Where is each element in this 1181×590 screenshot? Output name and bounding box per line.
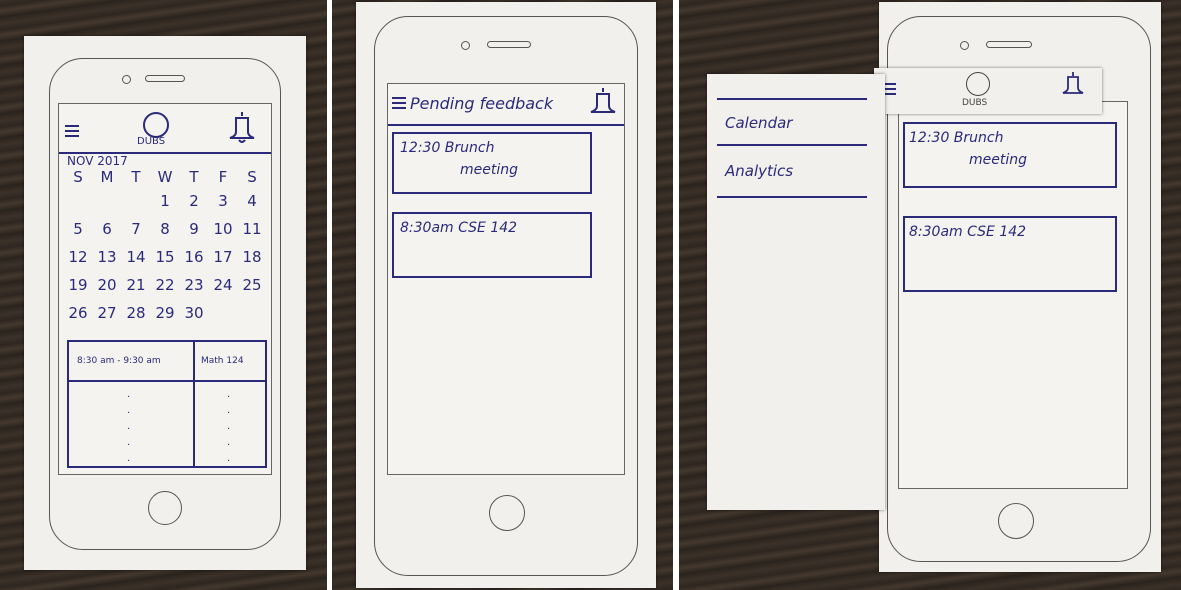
photo-panel-menu: 12:30 Brunch meeting 8:30am CSE 142 DUBS… [679,0,1181,590]
photo-panel-calendar: DUBS NOV 2017 SMTWTFS 1 2 3 4 5 6 7 8 9 10 11 12 13 1… [0,0,327,590]
paper-sheet: Pending feedback 12:30 Brunch meeting 8:… [356,2,656,588]
event-card[interactable]: 8:30am CSE 142 [903,216,1117,292]
calendar-day[interactable]: 23 [181,276,207,294]
calendar-day[interactable]: 17 [210,248,236,266]
calendar-day[interactable]: 28 [123,304,149,322]
home-button-icon[interactable] [998,503,1034,539]
header-divider [388,124,624,126]
weekday-label: M [100,168,114,186]
weekday-label: T [189,168,199,186]
camera-icon [960,41,969,50]
camera-icon [461,41,470,50]
bell-icon[interactable] [1060,70,1086,100]
phone-frame: Pending feedback 12:30 Brunch meeting 8:… [374,16,638,576]
calendar-day[interactable]: 18 [239,248,265,266]
calendar-day[interactable]: 11 [239,220,265,238]
calendar-day[interactable]: 26 [65,304,91,322]
calendar-day[interactable]: 30 [181,304,207,322]
menu-hamburger-icon[interactable] [65,122,79,140]
event-card-line2: meeting [460,162,519,178]
side-menu: Calendar Analytics [707,74,885,510]
calendar-day[interactable]: 13 [94,248,120,266]
event-card-line1: 12:30 Brunch [909,130,1004,146]
phone-screen: DUBS NOV 2017 SMTWTFS 1 2 3 4 5 6 7 8 9 10 11 12 13 1… [58,103,272,475]
calendar-day[interactable]: 27 [94,304,120,322]
calendar-day[interactable]: 2 [181,192,207,210]
home-button-icon[interactable] [489,495,525,531]
calendar-day[interactable]: 19 [65,276,91,294]
app-title: DUBS [962,98,988,108]
event-card[interactable]: 12:30 Brunch meeting [392,132,592,194]
calendar-day[interactable]: 7 [123,220,149,238]
calendar-day[interactable]: 22 [152,276,178,294]
weekday-label: W [157,168,173,186]
photo-panel-pending: Pending feedback 12:30 Brunch meeting 8:… [332,0,673,590]
menu-divider [717,196,867,198]
dots-right: · · · · · [227,392,231,467]
calendar-day[interactable]: 1 [152,192,178,210]
calendar-day[interactable]: 21 [123,276,149,294]
menu-top-line [717,98,867,100]
event-card-line1: 8:30am CSE 142 [909,224,1027,240]
weekday-row: SMTWTFS [65,168,265,188]
bell-icon[interactable] [227,110,257,146]
header-strip: DUBS [874,68,1102,114]
phone-frame: DUBS NOV 2017 SMTWTFS 1 2 3 4 5 6 7 8 9 10 11 12 13 1… [49,58,281,550]
phone-screen: Pending feedback 12:30 Brunch meeting 8:… [387,83,625,475]
dots-left: · · · · · [127,392,131,467]
event-time[interactable]: 8:30 am - 9:30 am [77,356,161,366]
event-card[interactable]: 12:30 Brunch meeting [903,122,1117,188]
calendar-grid[interactable]: 1 2 3 4 5 6 7 8 9 10 11 12 13 14 15 16 17 18 19 20 21 22 23 24 2… [65,192,265,332]
screen-title: Pending feedback [410,94,554,113]
weekday-label: S [247,168,257,186]
menu-divider [717,144,867,146]
calendar-day[interactable]: 29 [152,304,178,322]
calendar-day[interactable]: 3 [210,192,236,210]
calendar-day[interactable]: 12 [65,248,91,266]
event-name[interactable]: Math 124 [201,356,244,366]
home-button-icon[interactable] [148,491,182,525]
dubs-logo-icon [143,112,169,138]
calendar-day[interactable]: 10 [210,220,236,238]
event-table: 8:30 am - 9:30 am Math 124 · · · · · · · · · · [67,340,267,468]
menu-item-calendar[interactable]: Calendar [725,114,792,132]
calendar-day[interactable]: 6 [94,220,120,238]
calendar-day[interactable]: 14 [123,248,149,266]
calendar-day[interactable]: 9 [181,220,207,238]
calendar-day[interactable]: 8 [152,220,178,238]
camera-icon [122,75,131,84]
phone-screen: 12:30 Brunch meeting 8:30am CSE 142 [898,101,1128,489]
weekday-label: F [218,168,228,186]
speaker-icon [986,41,1032,48]
event-table-divider-h [69,380,265,382]
calendar-day[interactable]: 16 [181,248,207,266]
event-card-line1: 12:30 Brunch [400,140,495,156]
calendar-day[interactable]: 15 [152,248,178,266]
weekday-label: T [131,168,141,186]
calendar-day[interactable]: 24 [210,276,236,294]
calendar-day[interactable]: 20 [94,276,120,294]
calendar-day[interactable]: 25 [239,276,265,294]
calendar-day[interactable]: 4 [239,192,265,210]
speaker-icon [145,75,185,82]
menu-item-analytics[interactable]: Analytics [725,162,793,180]
bell-icon[interactable] [588,86,618,120]
event-card[interactable]: 8:30am CSE 142 [392,212,592,278]
event-table-divider-v [193,342,195,466]
event-card-line2: meeting [969,152,1028,168]
weekday-label: S [73,168,83,186]
app-title: DUBS [137,136,166,147]
paper-sheet: DUBS NOV 2017 SMTWTFS 1 2 3 4 5 6 7 8 9 10 11 12 13 1… [24,36,306,570]
speaker-icon [487,41,531,48]
month-label: NOV 2017 [67,154,128,168]
event-card-line1: 8:30am CSE 142 [400,220,518,236]
menu-hamburger-icon[interactable] [392,94,406,112]
dubs-logo-icon [966,72,990,96]
calendar-day[interactable]: 5 [65,220,91,238]
